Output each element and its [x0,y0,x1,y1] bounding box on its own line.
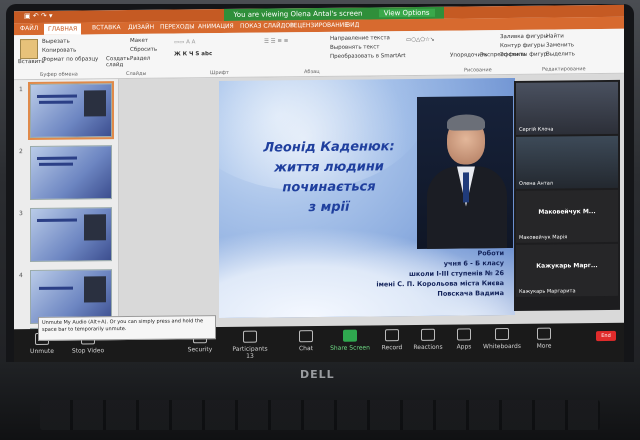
tab-home[interactable]: ГЛАВНАЯ [44,23,82,35]
tab-slideshow[interactable]: ПОКАЗ СЛАЙДОВ [240,22,294,30]
paragraph-group-label: Абзац [304,68,320,76]
title-line: з мрії [308,199,350,216]
paste-button[interactable]: Вставить [18,59,45,65]
tab-file[interactable]: ФАЙЛ [20,25,38,32]
section-button[interactable]: Раздел [130,56,150,62]
font-controls[interactable]: ▭▭ A A [174,39,195,45]
thumb-number: 2 [19,148,23,156]
slide-thumbnail[interactable] [30,145,112,201]
participant-tile[interactable]: Олена Антал [516,135,618,189]
title-line: починається [282,179,376,196]
drawing-group-label: Рисование [464,67,492,74]
tab-animation[interactable]: АНИМАЦИЯ [198,23,234,30]
screen: ▣ ↶ ↷ ▾ You are viewing Olena Antal's sc… [14,4,624,370]
thumb-number: 4 [19,272,23,280]
select-button[interactable]: Выделить [546,51,575,57]
participant-name: Олена Антал [519,180,553,187]
shape-effects-button[interactable]: Эффекты фигур [500,52,547,58]
layout-button[interactable]: Макет [130,38,148,44]
paragraph-controls[interactable]: ☰ ☰ ≡ ≡ [264,38,288,44]
participant-name: Сергій Клоча [519,126,554,133]
text-direction-button[interactable]: Направление текста [330,35,390,42]
chat-button[interactable]: Chat [284,330,328,352]
end-meeting-button[interactable]: End [596,330,616,342]
participant-display-name: Маковейчук М... [538,208,596,216]
thumb-number: 3 [19,210,23,218]
reactions-icon [421,328,435,341]
shape-outline-button[interactable]: Контур фигуры [500,43,545,49]
tab-design[interactable]: ДИЗАЙН [128,24,154,31]
thumb-number: 1 [19,86,23,94]
people-icon [243,330,257,343]
slides-group-label: Слайды [126,70,147,78]
participant-tile[interactable]: Кажукарь Марг... Кажукарь Маргарита [516,243,618,297]
more-icon [537,327,551,340]
more-button[interactable]: More [522,327,566,350]
participant-display-name: Кажукарь Марг... [536,262,598,270]
participants-count: 13 [246,352,254,360]
share-screen-button[interactable]: Share Screen [328,329,372,352]
replace-button[interactable]: Заменить [546,42,574,48]
title-line: життя людини [274,159,384,176]
quick-access-icons[interactable]: ▣ ↶ ↷ ▾ [24,12,53,20]
tab-insert[interactable]: ВСТАВКА [92,24,121,31]
share-screen-icon [343,329,357,342]
view-options-button[interactable]: View Options [378,8,435,18]
tab-transitions[interactable]: ПЕРЕХОДЫ [160,23,195,30]
reset-button[interactable]: Сбросить [130,47,157,53]
apps-icon [457,328,471,341]
new-slide-button[interactable]: Создать слайд [106,56,130,68]
paste-icon[interactable] [20,38,38,60]
participant-name: Маковейчук Марія [519,234,568,241]
keyboard [40,400,600,430]
slide-canvas[interactable]: Леонід Каденюк: життя людини починається… [219,77,515,319]
clipboard-group-label: Буфер обмена [40,71,78,78]
editing-group-label: Редактирование [542,66,586,73]
participant-tile[interactable]: Сергій Клоча [516,81,618,135]
credit-line: Повскача Вадима [437,289,504,298]
share-note-text: You are viewing Olena Antal's screen [233,9,363,19]
shape-fill-button[interactable]: Заливка фигуры [500,34,548,41]
brand-logo: DELL [300,368,335,381]
font-style-buttons[interactable]: Ж К Ч S abc [174,51,212,57]
participants-button[interactable]: Participants 13 [228,330,272,360]
tab-view[interactable]: ВИД [346,22,359,29]
find-button[interactable]: Найти [546,33,564,39]
tab-review[interactable]: РЕЦЕНЗИРОВАНИЕ [290,22,348,30]
smartart-button[interactable]: Преобразовать в SmartArt [330,53,406,60]
whiteboards-button[interactable]: Whiteboards [480,328,524,350]
slide-thumbnail[interactable] [28,81,114,141]
format-painter-button[interactable]: Формат по образцу [42,56,98,63]
font-group-label: Шрифт [210,69,229,77]
copy-button[interactable]: Копировать [42,48,76,54]
ribbon: Вставить Вырезать Копировать Формат по о… [14,28,624,81]
slide-credits[interactable]: Роботи учня 6 - Б класу школи І-ІІІ ступ… [334,248,504,300]
participant-name: Кажукарь Маргарита [519,288,576,295]
participant-tile[interactable]: Маковейчук М... Маковейчук Марія [516,189,618,243]
whiteboard-icon [495,328,509,341]
zoom-participant-gallery: Сергій Клоча Олена Антал Маковейчук М...… [514,79,620,311]
record-icon [385,329,399,342]
align-text-button[interactable]: Выровнять текст [330,44,379,51]
astronaut-portrait[interactable] [417,95,513,249]
shapes-gallery[interactable]: ▭○△⬠☆↘ [406,37,435,43]
slide-title[interactable]: Леонід Каденюк: життя людини починається… [239,137,419,219]
slide-thumbnail[interactable] [30,207,112,263]
chat-icon [299,330,313,343]
cut-button[interactable]: Вырезать [42,39,70,45]
unmute-tooltip: Unmute My Audio (Alt+A). Or you can simp… [38,315,216,341]
title-line: Леонід Каденюк: [263,139,395,156]
